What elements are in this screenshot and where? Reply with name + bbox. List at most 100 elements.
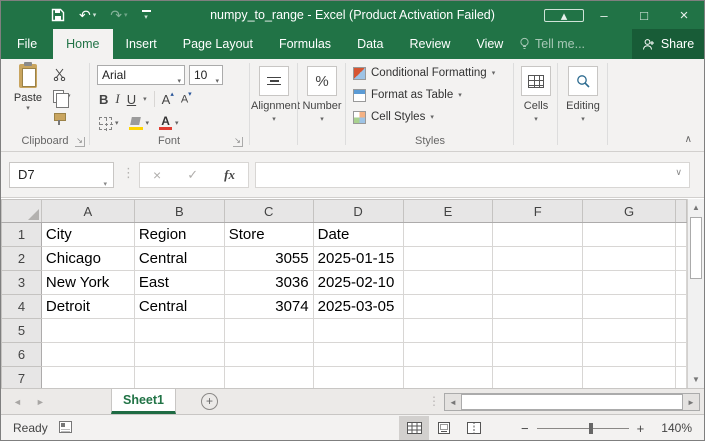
horizontal-scroll-thumb[interactable] (461, 394, 683, 410)
cells-group[interactable]: Cells ▾ (515, 59, 557, 151)
name-box[interactable]: D7▾ (9, 162, 114, 188)
formula-input[interactable] (255, 162, 690, 188)
prev-sheet-button[interactable]: ◄ (13, 397, 22, 407)
cell-b3[interactable]: East (134, 271, 224, 295)
cell-f5[interactable] (493, 319, 583, 343)
cell-f7[interactable] (493, 367, 583, 389)
column-header-c[interactable]: C (224, 200, 313, 223)
insert-function-button[interactable]: fx (224, 167, 235, 183)
cell-e3[interactable] (403, 271, 493, 295)
tab-home[interactable]: Home (53, 29, 112, 59)
vertical-scroll-thumb[interactable] (690, 217, 702, 279)
format-painter-button[interactable] (53, 111, 71, 125)
scroll-up-button[interactable]: ▲ (688, 199, 704, 216)
cells-dropdown-icon[interactable]: ▾ (515, 115, 557, 123)
cell-g7[interactable] (583, 367, 676, 389)
clipboard-dialog-launcher[interactable]: ↘ (75, 137, 85, 147)
cell-c4[interactable]: 3074 (224, 295, 313, 319)
alignment-group[interactable]: Alignment ▾ (251, 59, 297, 151)
cell-a3[interactable]: New York (41, 271, 134, 295)
row-header-3[interactable]: 3 (2, 271, 42, 295)
cell-c5[interactable] (224, 319, 313, 343)
cell-d3[interactable]: 2025-02-10 (313, 271, 403, 295)
tab-data[interactable]: Data (344, 29, 396, 59)
conditional-formatting-button[interactable]: Conditional Formatting▾ (353, 65, 495, 81)
page-break-preview-button[interactable] (459, 416, 489, 440)
underline-dropdown-icon[interactable]: ▾ (143, 95, 147, 103)
cut-button[interactable] (53, 67, 71, 81)
cell-d2[interactable]: 2025-01-15 (313, 247, 403, 271)
column-header-g[interactable]: G (583, 200, 676, 223)
cell-a5[interactable] (41, 319, 134, 343)
cell-g5[interactable] (583, 319, 676, 343)
ribbon-display-options-button[interactable]: ▴ (544, 8, 584, 23)
cell-a1[interactable]: City (41, 223, 134, 247)
cell-d7[interactable] (313, 367, 403, 389)
cell-e4[interactable] (403, 295, 493, 319)
column-header-a[interactable]: A (41, 200, 134, 223)
tab-insert[interactable]: Insert (113, 29, 170, 59)
row-header-6[interactable]: 6 (2, 343, 42, 367)
borders-button[interactable]: ▾ (99, 117, 119, 130)
sheet-tab-sheet1[interactable]: Sheet1 (111, 389, 176, 414)
name-box-dropdown-icon[interactable]: ▾ (103, 173, 107, 197)
horizontal-scrollbar[interactable]: ◄ ► (444, 393, 700, 411)
cell-b7[interactable] (134, 367, 224, 389)
editing-group[interactable]: Editing ▾ (559, 59, 607, 151)
alignment-dropdown-icon[interactable]: ▾ (251, 115, 297, 123)
cell-a7[interactable] (41, 367, 134, 389)
underline-button[interactable]: U (127, 92, 136, 107)
cell-e5[interactable] (403, 319, 493, 343)
maximize-button[interactable]: □ (624, 8, 664, 23)
scroll-left-button[interactable]: ◄ (445, 398, 461, 407)
cell-g1[interactable] (583, 223, 676, 247)
cell-e1[interactable] (403, 223, 493, 247)
cell-e6[interactable] (403, 343, 493, 367)
zoom-level[interactable]: 140% (661, 421, 692, 435)
scroll-right-button[interactable]: ► (683, 398, 699, 407)
cell-g2[interactable] (583, 247, 676, 271)
font-dialog-launcher[interactable]: ↘ (233, 137, 243, 147)
tab-formulas[interactable]: Formulas (266, 29, 344, 59)
cell-b1[interactable]: Region (134, 223, 224, 247)
increase-font-button[interactable]: A▴ (162, 92, 174, 107)
column-header-f[interactable]: F (493, 200, 583, 223)
cell-b6[interactable] (134, 343, 224, 367)
cell-a4[interactable]: Detroit (41, 295, 134, 319)
tell-me-box[interactable]: Tell me... (519, 29, 585, 59)
cell-f1[interactable] (493, 223, 583, 247)
expand-formula-bar-icon[interactable]: ∨ (675, 167, 682, 178)
format-as-table-button[interactable]: Format as Table▾ (353, 87, 495, 103)
column-header-b[interactable]: B (134, 200, 224, 223)
zoom-slider-handle[interactable] (589, 423, 593, 434)
cell-d5[interactable] (313, 319, 403, 343)
tab-view[interactable]: View (463, 29, 516, 59)
formula-bar-divider[interactable]: ⋮ (122, 165, 135, 181)
cell-b2[interactable]: Central (134, 247, 224, 271)
cell-f6[interactable] (493, 343, 583, 367)
font-name-dropdown-icon[interactable]: ▾ (177, 73, 181, 91)
cell-f2[interactable] (493, 247, 583, 271)
italic-button[interactable]: I (115, 91, 119, 107)
cell-c2[interactable]: 3055 (224, 247, 313, 271)
cell-g3[interactable] (583, 271, 676, 295)
cell-e7[interactable] (403, 367, 493, 389)
cell-f4[interactable] (493, 295, 583, 319)
cell-a6[interactable] (41, 343, 134, 367)
vertical-scrollbar[interactable]: ▲ ▼ (687, 199, 704, 388)
font-size-select[interactable]: 10▾ (189, 65, 223, 85)
paste-dropdown-icon[interactable]: ▾ (26, 104, 30, 112)
zoom-in-button[interactable]: + (637, 421, 645, 436)
tab-file[interactable]: File (1, 29, 53, 59)
cell-c7[interactable] (224, 367, 313, 389)
row-header-1[interactable]: 1 (2, 223, 42, 247)
cell-a2[interactable]: Chicago (41, 247, 134, 271)
paste-button[interactable]: Paste ▾ (9, 64, 47, 132)
cell-f3[interactable] (493, 271, 583, 295)
zoom-out-button[interactable]: − (521, 421, 529, 436)
decrease-font-button[interactable]: A▾ (181, 92, 192, 106)
font-size-dropdown-icon[interactable]: ▾ (215, 73, 219, 91)
font-name-select[interactable]: Arial▾ (97, 65, 185, 85)
font-color-button[interactable]: A▾ (159, 116, 179, 130)
tab-review[interactable]: Review (396, 29, 463, 59)
